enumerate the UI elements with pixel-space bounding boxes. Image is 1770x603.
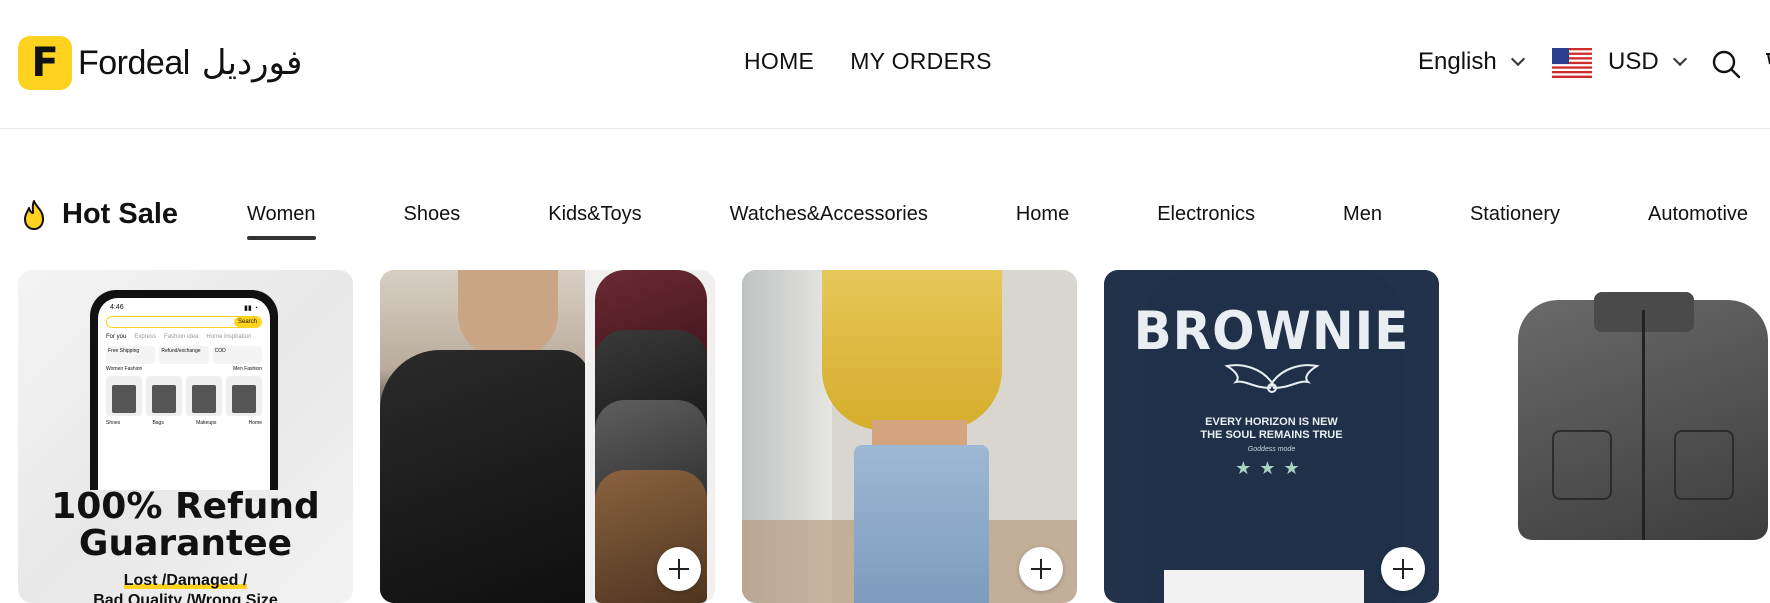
tab-automotive[interactable]: Automotive [1648,203,1748,240]
hoodie-slogan-line2: THE SOUL REMAINS TRUE [1200,429,1343,441]
model-jacket [380,350,590,603]
promo-subtitle-highlight: Lost /Damaged / [123,572,248,589]
phone-tab: Express [134,334,157,340]
phone-product-thumb [226,376,262,416]
phone-product-thumb [146,376,182,416]
phone-status-bar: 4:46 ▮▮ ◔ [98,298,270,314]
tab-women[interactable]: Women [247,203,316,240]
phone-perk: COD [212,346,262,364]
logo-text: Fordeal [78,43,190,82]
site-header: F Fordeal فورديل HOME MY ORDERS English … [0,0,1770,129]
site-logo[interactable]: F Fordeal فورديل [18,36,302,90]
language-label: English [1418,48,1497,75]
product-card-leather-jacket[interactable] [380,270,715,603]
promo-title: 100% Refund Guarantee [18,488,353,562]
tab-men[interactable]: Men [1343,203,1382,240]
promo-subtitle-line2: Bad Quality /Wrong Size [93,592,278,603]
tab-home[interactable]: Home [1016,203,1069,240]
phone-mockup: 4:46 ▮▮ ◔ Search For you Express Fashion… [90,290,278,490]
logo-text-arabic: فورديل [201,43,303,83]
tab-watches-accessories[interactable]: Watches&Accessories [730,203,928,240]
product-card-yellow-sweater[interactable] [742,270,1077,603]
phone-category-labels: Shoes Bags Makeups Home [98,420,270,426]
phone-search-button: Search [233,317,261,327]
quilted-jacket-pocket-left [1552,430,1612,500]
tab-kids-toys[interactable]: Kids&Toys [548,203,641,240]
cart-icon[interactable] [1764,50,1770,78]
quilted-jacket-zipper [1642,310,1645,540]
product-image-model [380,270,590,603]
phone-time: 4:46 [110,304,124,311]
promo-title-line2: Guarantee [78,523,293,564]
logo-badge: F [18,36,72,90]
phone-tabs: For you Express Fashion idea Home inspir… [98,330,270,344]
phone-perk: Refund/exchange [159,346,209,364]
refund-guarantee-banner[interactable]: 4:46 ▮▮ ◔ Search For you Express Fashion… [18,270,353,603]
add-to-cart-button[interactable] [1381,547,1425,591]
product-card-quilted-jacket[interactable] [1466,270,1770,603]
category-tabs: Women Shoes Kids&Toys Watches&Accessorie… [247,203,1748,240]
product-carousel: 4:46 ▮▮ ◔ Search For you Express Fashion… [18,270,1770,603]
phone-category-label: Shoes [106,420,121,426]
phone-category-label: Home [248,420,262,426]
hoodie-brand-print: BROWNIE [1133,300,1410,362]
phone-perks: Free Shipping Refund/exchange COD [98,344,270,366]
us-flag-icon [1552,48,1592,78]
tab-stationery[interactable]: Stationery [1470,203,1560,240]
phone-product-grid [98,372,270,420]
nav-home[interactable]: HOME [744,48,814,75]
phone-category-label: Bags [152,420,164,426]
model-face [458,270,558,360]
fire-icon [24,199,44,230]
phone-perk: Free Shipping [106,346,156,364]
phone-tab: For you [106,334,127,340]
promo-title-line1: 100% Refund [51,486,320,527]
white-pants [1164,570,1364,603]
product-image-variants [585,270,715,603]
tab-electronics[interactable]: Electronics [1157,203,1255,240]
phone-search-bar: Search [106,316,262,328]
wings-icon [1224,364,1320,393]
phone-signal-icon: ▮▮ ◔ [244,305,258,312]
add-to-cart-button[interactable] [1019,547,1063,591]
language-selector[interactable]: English [1418,48,1525,76]
hot-sale-title: Hot Sale [62,198,179,230]
search-icon[interactable] [1710,48,1742,80]
phone-category-label: Makeups [196,420,217,426]
phone-tab: Fashion idea [164,334,199,340]
quilted-jacket-pocket-right [1674,430,1734,500]
phone-product-thumb [106,376,142,416]
promo-subtitle-line1: Lost /Damaged / [18,572,353,590]
add-to-cart-button[interactable] [657,547,701,591]
chevron-down-icon [1672,51,1687,67]
phone-product-thumb [186,376,222,416]
blue-jeans [854,445,989,603]
phone-section-label: Men Fashion [233,366,262,372]
chevron-down-icon [1510,51,1525,67]
hoodie-slogan-line1: EVERY HORIZON IS NEW [1205,416,1338,428]
phone-screen: 4:46 ▮▮ ◔ Search For you Express Fashion… [98,298,270,490]
phone-section-label: Women Fashion [106,366,143,372]
hot-sale-heading: Hot Sale [20,198,178,231]
tab-shoes[interactable]: Shoes [404,203,461,240]
hoodie-stars: ★★★ [1235,458,1308,478]
main-nav: HOME MY ORDERS [744,48,992,75]
currency-label: USD [1608,48,1659,75]
phone-tab: Home inspiration [206,334,252,340]
currency-selector[interactable]: USD [1608,48,1687,76]
hoodie-slogan: EVERY HORIZON IS NEW THE SOUL REMAINS TR… [1104,416,1439,442]
hoodie-script-text: Goddess mode [1247,446,1296,453]
yellow-sweater [822,270,1002,430]
product-card-navy-hoodie[interactable]: BROWNIE EVERY HORIZON IS NEW THE SOUL RE… [1104,270,1439,603]
nav-my-orders[interactable]: MY ORDERS [850,48,992,75]
